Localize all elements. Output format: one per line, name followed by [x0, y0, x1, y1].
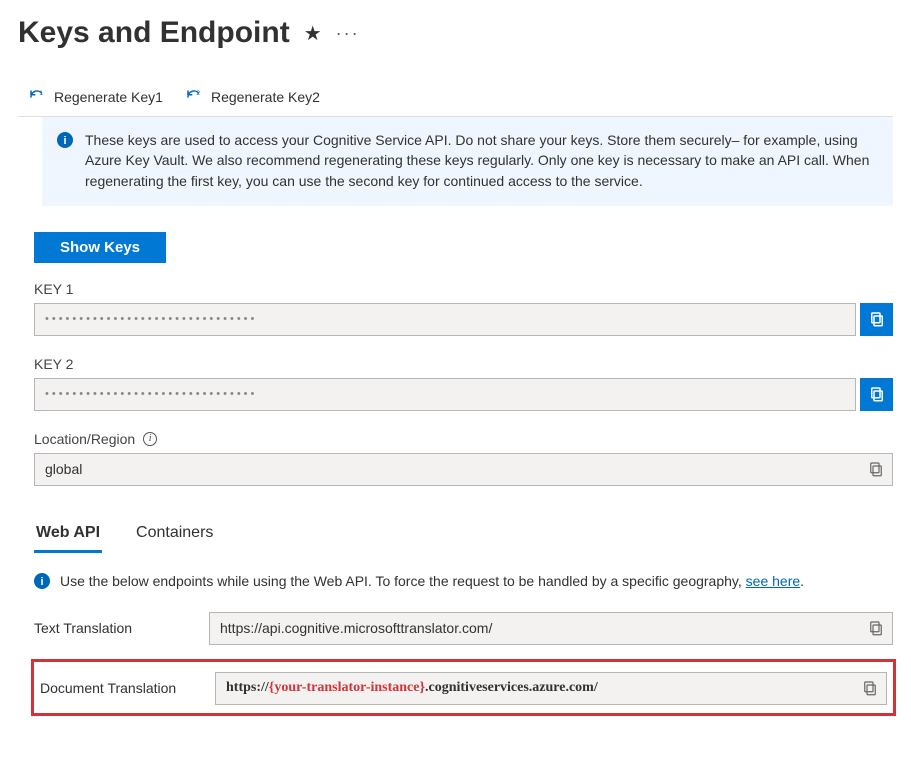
copy-key2-button[interactable] — [860, 378, 893, 411]
document-translation-highlight: Document Translation https://{your-trans… — [31, 659, 896, 716]
document-translation-label: Document Translation — [40, 680, 215, 696]
info-tooltip-icon[interactable]: i — [143, 432, 157, 446]
regenerate-key1-button[interactable]: 1 Regenerate Key1 — [28, 88, 163, 106]
copy-text-translation-button[interactable] — [859, 612, 892, 645]
copy-document-translation-button[interactable] — [853, 672, 886, 705]
refresh-icon: 2 — [185, 88, 203, 106]
text-translation-row: Text Translation https://api.cognitive.m… — [34, 612, 893, 645]
key1-block: KEY 1 ••••••••••••••••••••••••••••••• — [34, 281, 893, 336]
key2-block: KEY 2 ••••••••••••••••••••••••••••••• — [34, 356, 893, 411]
key1-input[interactable]: ••••••••••••••••••••••••••••••• — [34, 303, 856, 336]
regenerate-key2-button[interactable]: 2 Regenerate Key2 — [185, 88, 320, 106]
favorite-star-icon[interactable]: ★ — [304, 21, 322, 46]
tab-web-api[interactable]: Web API — [34, 518, 102, 553]
endpoint-tabs: Web API Containers — [34, 518, 893, 553]
svg-text:i: i — [40, 576, 43, 588]
region-value[interactable]: global — [35, 461, 859, 477]
copy-key1-button[interactable] — [860, 303, 893, 336]
region-label: Location/Region i — [34, 431, 893, 447]
svg-text:i: i — [63, 135, 66, 147]
page-title: Keys and Endpoint — [18, 16, 290, 50]
regenerate-key2-label: Regenerate Key2 — [211, 89, 320, 105]
document-translation-row: Document Translation https://{your-trans… — [40, 672, 887, 705]
info-banner-text: These keys are used to access your Cogni… — [85, 130, 874, 191]
document-translation-endpoint[interactable]: https://{your-translator-instance}.cogni… — [216, 680, 853, 696]
web-api-info-text: Use the below endpoints while using the … — [60, 573, 746, 589]
key2-label: KEY 2 — [34, 356, 893, 372]
key2-input[interactable]: ••••••••••••••••••••••••••••••• — [34, 378, 856, 411]
more-menu-icon[interactable]: ··· — [336, 23, 360, 44]
svg-text:1: 1 — [39, 90, 43, 97]
web-api-info: i Use the below endpoints while using th… — [34, 571, 893, 592]
regenerate-key1-label: Regenerate Key1 — [54, 89, 163, 105]
show-keys-button[interactable]: Show Keys — [34, 232, 166, 263]
info-banner: i These keys are used to access your Cog… — [42, 117, 893, 206]
tab-containers[interactable]: Containers — [134, 518, 215, 553]
region-block: Location/Region i global — [34, 431, 893, 486]
key1-label: KEY 1 — [34, 281, 893, 297]
svg-text:2: 2 — [196, 90, 200, 97]
text-translation-endpoint[interactable]: https://api.cognitive.microsofttranslato… — [210, 620, 859, 636]
copy-region-button[interactable] — [859, 453, 892, 486]
see-here-link[interactable]: see here — [746, 573, 800, 589]
page-header: Keys and Endpoint ★ ··· — [18, 8, 893, 68]
info-icon: i — [57, 132, 73, 148]
command-bar: 1 Regenerate Key1 2 Regenerate Key2 — [18, 68, 893, 117]
info-icon: i — [34, 573, 50, 589]
text-translation-label: Text Translation — [34, 620, 209, 636]
refresh-icon: 1 — [28, 88, 46, 106]
